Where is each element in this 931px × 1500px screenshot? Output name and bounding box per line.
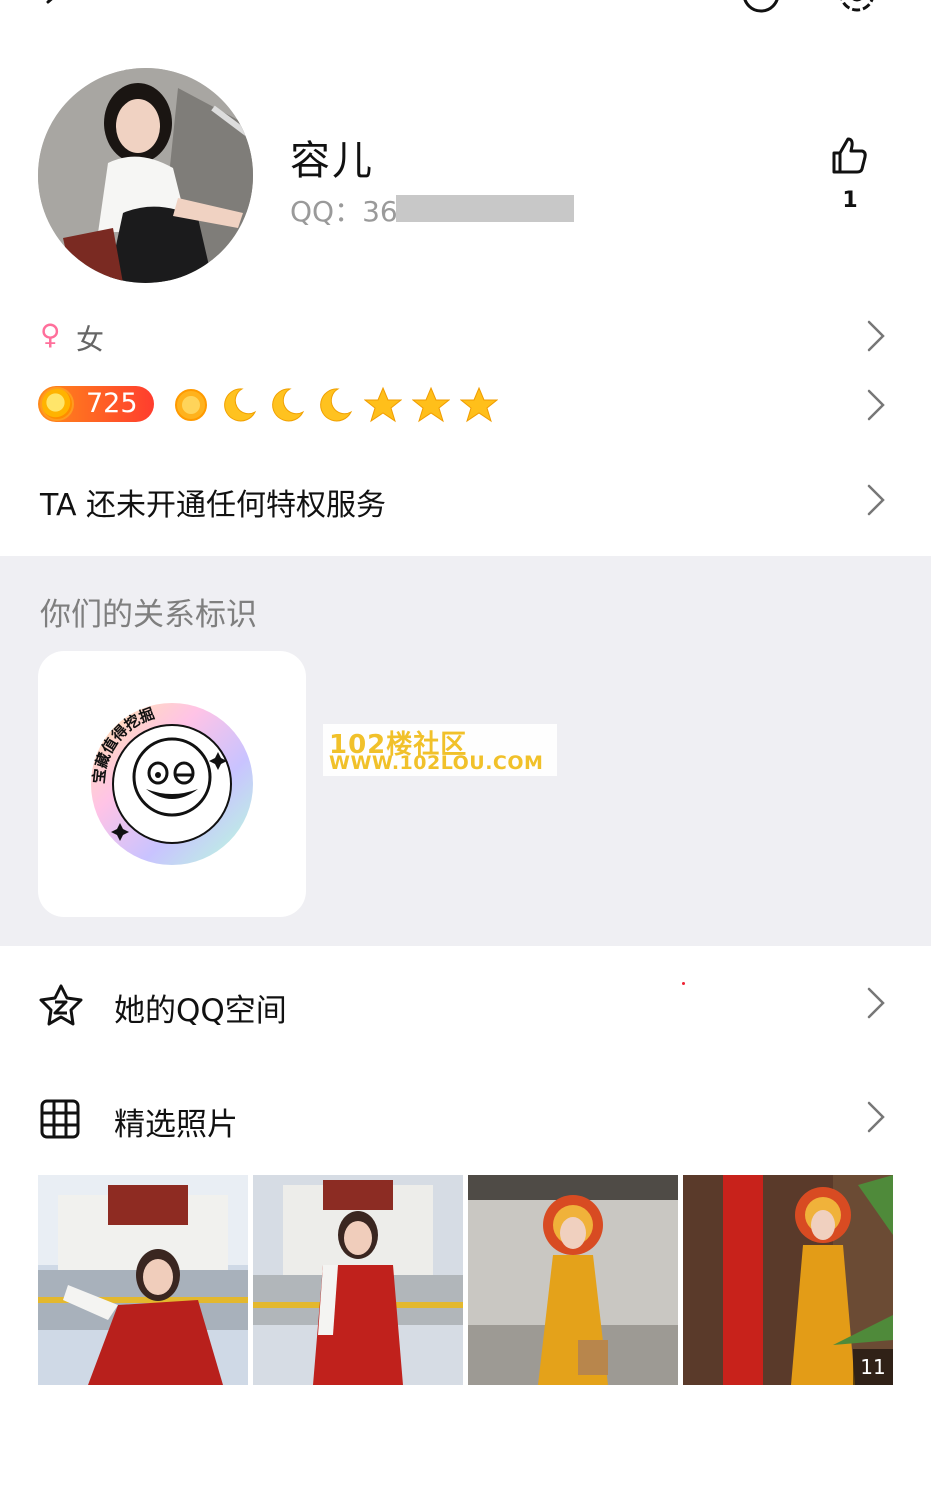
photo-thumbnail[interactable] — [38, 1175, 248, 1385]
like-count: 1 — [842, 188, 858, 213]
relation-title: 你们的关系标识 — [40, 597, 257, 633]
thumbs-up-icon[interactable] — [830, 136, 868, 180]
sun-icon — [172, 386, 210, 424]
chevron-right-icon[interactable] — [865, 483, 887, 517]
qq-number: QQ：36 — [290, 195, 398, 228]
photo-thumbnail[interactable]: 11 — [683, 1175, 893, 1385]
level-number: 725 — [86, 388, 138, 419]
relation-badge-icon: 宝藏值得挖掘 — [90, 703, 253, 865]
chevron-right-icon[interactable] — [865, 388, 887, 422]
watermark: 102楼社区 WWW.102LOU.COM — [323, 724, 557, 776]
chevron-right-icon[interactable] — [865, 986, 887, 1020]
featured-photos-link[interactable]: 精选照片 — [114, 1099, 238, 1144]
star-icon — [411, 386, 451, 424]
contact-icon[interactable] — [740, 0, 782, 20]
back-arrow-icon[interactable] — [36, 0, 72, 18]
qzone-link[interactable]: 她的QQ空间 — [114, 985, 287, 1030]
level-coin-icon — [40, 387, 74, 421]
relation-badge-card[interactable]: 宝藏值得挖掘 — [38, 651, 306, 917]
photo-strip: 11 — [38, 1175, 893, 1385]
photo-thumbnail[interactable] — [253, 1175, 463, 1385]
notification-dot — [682, 982, 685, 985]
moon-icon — [268, 386, 306, 424]
star-icon — [363, 386, 403, 424]
chevron-right-icon[interactable] — [865, 1100, 887, 1134]
settings-icon[interactable] — [836, 0, 878, 20]
privilege-status[interactable]: TA 还未开通任何特权服务 — [40, 480, 386, 524]
star-icon — [459, 386, 499, 424]
avatar[interactable] — [38, 68, 253, 283]
moon-icon — [220, 386, 258, 424]
photo-thumbnail[interactable] — [468, 1175, 678, 1385]
moon-icon — [316, 386, 354, 424]
profile-name: 容儿 — [290, 138, 374, 184]
qzone-star-icon — [38, 984, 84, 1030]
photo-grid-icon — [38, 1098, 84, 1144]
gender-text: 女 — [76, 323, 105, 356]
photo-count-badge: 11 — [853, 1349, 893, 1385]
level-badge[interactable]: 725 — [38, 386, 154, 422]
qq-number-redaction — [396, 195, 574, 222]
female-icon: ♀ — [40, 318, 61, 351]
chevron-right-icon[interactable] — [865, 319, 887, 353]
level-icons — [172, 386, 499, 424]
watermark-line2: WWW.102LOU.COM — [329, 752, 544, 774]
